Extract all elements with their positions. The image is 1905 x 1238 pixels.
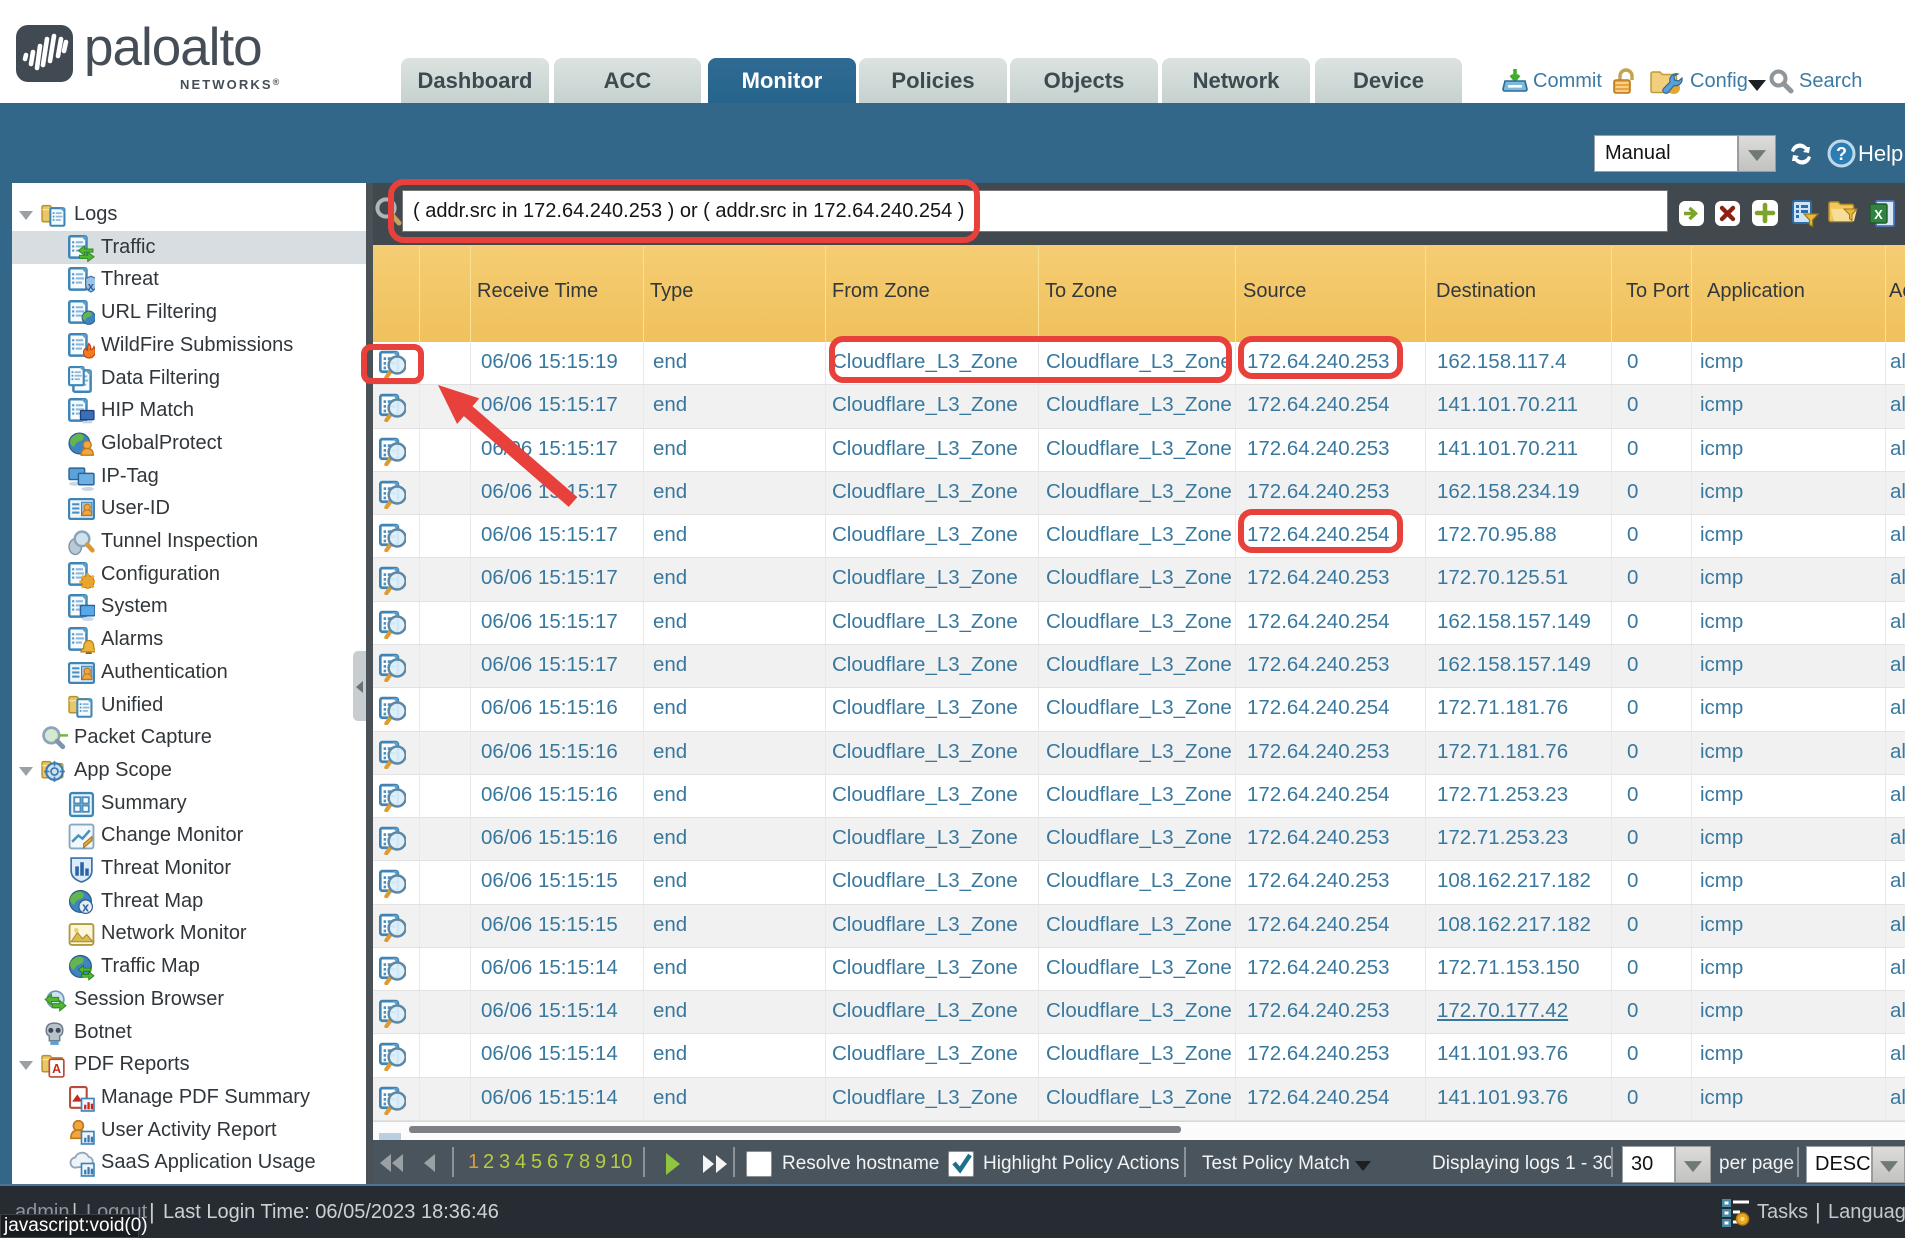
- svg-text:A: A: [52, 1062, 61, 1076]
- svg-text:?: ?: [1836, 144, 1847, 164]
- svg-text:x: x: [88, 281, 95, 293]
- svg-text:x: x: [82, 900, 89, 914]
- svg-text:X: X: [1874, 207, 1883, 222]
